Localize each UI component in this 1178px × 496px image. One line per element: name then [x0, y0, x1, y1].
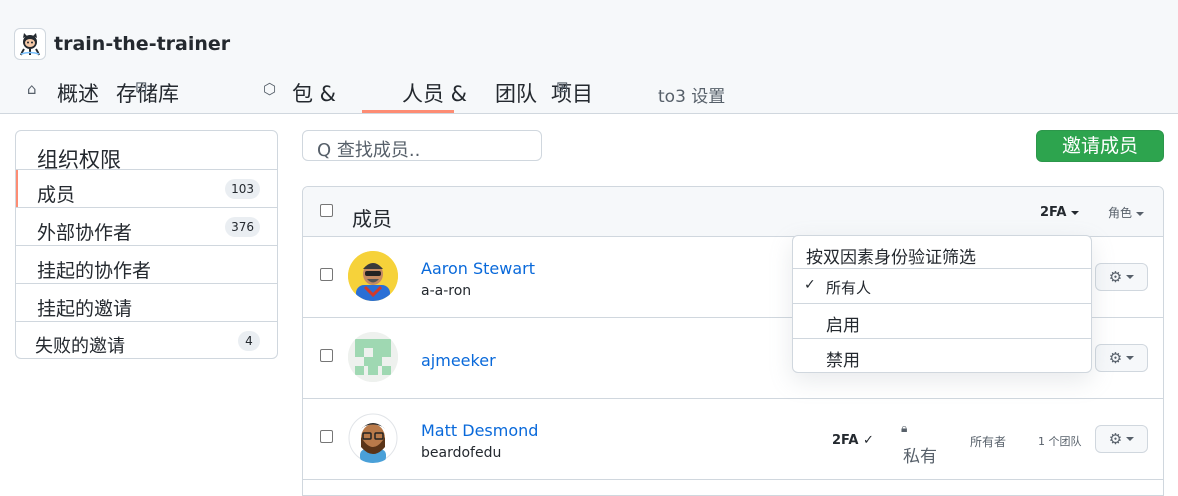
dropdown-title: 按双因素身份验证筛选 — [806, 248, 976, 268]
package-icon: ⬡ — [263, 80, 277, 98]
row-checkbox[interactable] — [320, 268, 333, 281]
lock-icon: 🔒︎ — [901, 421, 908, 435]
tab-people[interactable]: 人员 & — [402, 78, 467, 108]
sidebar-item-label: 成员 — [37, 184, 76, 206]
project-icon: ⊞ — [556, 78, 569, 96]
member-login: a-a-ron — [421, 283, 472, 299]
org-avatar[interactable] — [14, 28, 46, 60]
tab-teams[interactable]: 团队 — [495, 78, 537, 108]
gear-icon: ⚙ — [1108, 268, 1123, 286]
table-row: Matt Desmond beardofedu 2FA ✓ 🔒︎ 私有 所有者 … — [303, 399, 1163, 480]
members-counter: 103 — [225, 179, 260, 199]
dropdown-option-label: 禁用 — [826, 351, 860, 371]
select-all-checkbox[interactable] — [320, 204, 333, 217]
repo-icon: ⊟ — [135, 78, 148, 96]
sidebar: 组织权限 成员 103 外部协作者 376 挂起的协作者 挂起的邀请 失败的邀请… — [15, 130, 278, 359]
member-2fa-status: 2FA ✓ — [832, 433, 874, 448]
sidebar-item-pending-collaborators[interactable]: 挂起的协作者 — [16, 245, 277, 283]
active-tab-indicator — [362, 110, 454, 113]
row-checkbox[interactable] — [320, 349, 333, 362]
avatar[interactable] — [348, 413, 398, 463]
dropdown-option-label: 所有人 — [826, 279, 872, 297]
member-name[interactable]: Aaron Stewart — [421, 259, 535, 278]
sidebar-item-failed-invitations[interactable]: 失败的邀请 4 — [16, 321, 277, 358]
org-name[interactable]: train-the-trainer — [54, 33, 230, 55]
invite-member-button[interactable]: 邀请成员 — [1036, 130, 1164, 162]
member-teams[interactable]: 1 个团队 — [1038, 433, 1082, 449]
failed-invitations-counter: 4 — [238, 331, 260, 351]
dropdown-option-label: 启用 — [826, 316, 860, 336]
filter-role-label: 角色 — [1108, 206, 1133, 220]
tab-overview[interactable]: 概述 — [57, 78, 99, 108]
table-header-title: 成员 — [352, 207, 392, 231]
chevron-down-icon — [1126, 437, 1135, 441]
sidebar-item-label: 挂起的协作者 — [37, 260, 152, 282]
chevron-down-icon — [1070, 210, 1079, 215]
filter-2fa-dropdown: 按双因素身份验证筛选 ✓ 所有人 启用 禁用 — [792, 235, 1092, 373]
member-name[interactable]: Matt Desmond — [421, 421, 538, 440]
row-checkbox[interactable] — [320, 430, 333, 443]
check-icon: ✓ — [804, 277, 816, 293]
member-settings-button[interactable]: ⚙ — [1095, 263, 1148, 291]
avatar[interactable] — [348, 251, 398, 301]
sidebar-item-members[interactable]: 成员 103 — [16, 169, 277, 208]
org-header: train-the-trainer ⌂ 概述 存储库 ⊟ ⬡ 包 & 人员 & … — [0, 0, 1178, 114]
filter-role-button[interactable]: 角色 — [1108, 204, 1145, 221]
tab-settings[interactable]: to3 设置 — [658, 82, 725, 107]
sidebar-item-pending-invitations[interactable]: 挂起的邀请 — [16, 283, 277, 321]
identicon-image — [348, 332, 398, 382]
avatar-image — [348, 413, 398, 463]
chevron-down-icon — [1126, 356, 1135, 360]
outside-collaborators-counter: 376 — [225, 217, 260, 237]
dropdown-option-disabled[interactable]: 禁用 — [793, 339, 1091, 372]
dropdown-option-enabled[interactable]: 启用 — [793, 304, 1091, 339]
chevron-down-icon — [1126, 275, 1135, 279]
member-name[interactable]: ajmeeker — [421, 351, 496, 370]
member-settings-button[interactable]: ⚙ — [1095, 344, 1148, 372]
gear-icon: ⚙ — [1108, 349, 1123, 367]
avatar-image — [348, 251, 398, 301]
gear-icon: ⚙ — [1108, 430, 1123, 448]
sidebar-item-label: 外部协作者 — [37, 222, 133, 244]
dropdown-option-everyone[interactable]: ✓ 所有人 — [793, 269, 1091, 304]
table-header: 成员 2FA 角色 — [303, 187, 1163, 237]
filter-2fa-label: 2FA — [1040, 205, 1067, 220]
sidebar-item-label: 失败的邀请 — [35, 336, 125, 357]
member-login: beardofedu — [421, 445, 502, 461]
sidebar-item-outside-collaborators[interactable]: 外部协作者 376 — [16, 207, 277, 245]
member-settings-button[interactable]: ⚙ — [1095, 425, 1148, 453]
octocat-icon — [20, 33, 40, 56]
search-input[interactable]: Q 查找成员.. — [302, 130, 542, 161]
dropdown-header: 按双因素身份验证筛选 — [793, 236, 1091, 269]
member-role[interactable]: 所有者 — [970, 433, 1006, 450]
search-placeholder: Q 查找成员.. — [317, 140, 421, 161]
tab-packages[interactable]: 包 & — [292, 78, 336, 108]
home-icon: ⌂ — [27, 80, 37, 98]
avatar[interactable] — [348, 332, 398, 382]
sidebar-item-label: 挂起的邀请 — [37, 298, 133, 320]
filter-2fa-button[interactable]: 2FA — [1040, 205, 1079, 220]
member-visibility[interactable]: 私有 — [903, 442, 937, 467]
chevron-down-icon — [1136, 211, 1145, 216]
